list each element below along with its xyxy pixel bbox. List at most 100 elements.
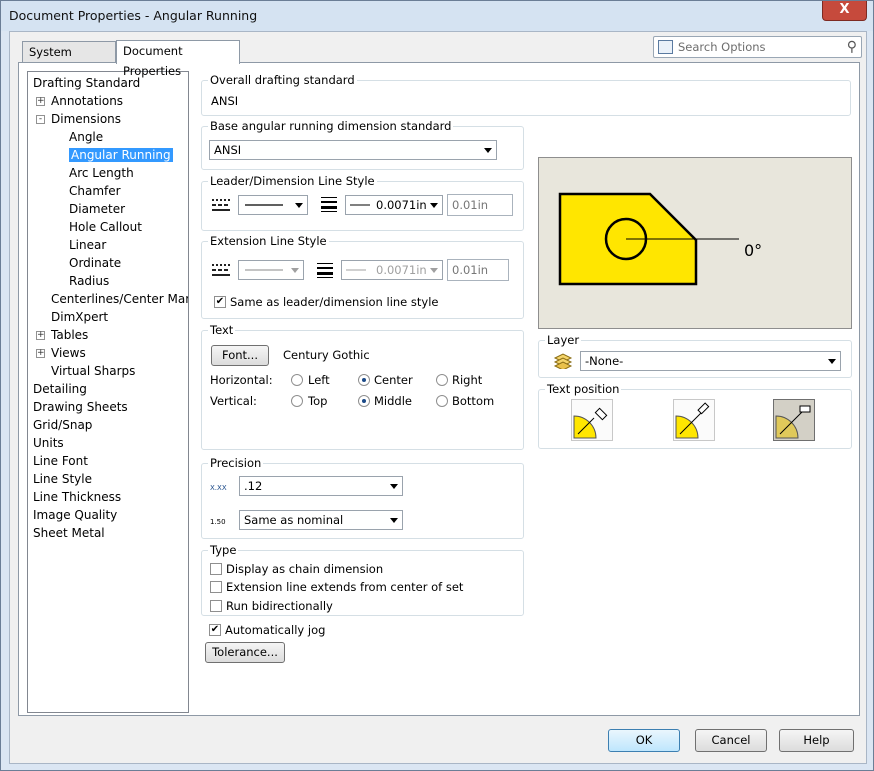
tree-item-label: Line Font	[33, 454, 88, 468]
tree-expander-icon[interactable]: +	[36, 331, 45, 340]
tolerance-precision-dropdown[interactable]: Same as nominal	[239, 510, 403, 530]
tree-item-label: Drawing Sheets	[33, 400, 128, 414]
text-position-broken-leader[interactable]	[571, 399, 613, 441]
options-tree[interactable]: Drafting Standard + Annotations - Dimensions…	[27, 71, 189, 713]
tree-item-label: Centerlines/Center Marks	[51, 292, 189, 306]
tree-item-label: Units	[33, 436, 64, 450]
leader-thickness-dropdown[interactable]: 0.0071in	[345, 195, 443, 215]
vertical-label: Vertical:	[210, 394, 257, 408]
tree-item-label: Dimensions	[51, 112, 122, 126]
extension-line-style-dropdown[interactable]	[238, 260, 304, 280]
tree-expander-icon[interactable]: +	[36, 97, 45, 106]
line-style-icon	[212, 198, 230, 212]
radio-vertical-top[interactable]	[291, 395, 303, 407]
ok-button[interactable]: OK	[608, 729, 680, 752]
chevron-down-icon	[430, 203, 438, 208]
tolerance-precision-value: Same as nominal	[244, 513, 344, 527]
automatically-jog-checkbox[interactable]: ✔	[209, 624, 221, 636]
precision-icon-text: X.XX	[210, 484, 227, 492]
extension-thickness-dropdown[interactable]: 0.0071in	[341, 260, 443, 280]
tree-item[interactable]: Linear	[69, 237, 106, 253]
tree-item-label: Views	[51, 346, 86, 360]
tab-document-properties[interactable]: Document Properties	[116, 40, 240, 78]
help-button[interactable]: Help	[779, 729, 854, 752]
chevron-down-icon	[390, 518, 398, 523]
tree-item[interactable]: Grid/Snap	[33, 417, 92, 433]
tree-item[interactable]: Radius	[69, 273, 109, 289]
tree-item[interactable]: Centerlines/Center Marks	[51, 291, 189, 307]
title-bar[interactable]: Document Properties - Angular Running X	[1, 1, 873, 31]
tolerance-button[interactable]: Tolerance...	[205, 642, 285, 663]
line-style-icon	[212, 263, 230, 277]
group-label-type: Type	[208, 543, 239, 557]
tree-item[interactable]: Annotations	[51, 93, 123, 109]
tree-item[interactable]: Detailing	[33, 381, 87, 397]
tree-item-label: Tables	[51, 328, 89, 342]
tree-expander-icon[interactable]: +	[36, 349, 45, 358]
radio-horizontal-right-label: Right	[452, 373, 483, 387]
layer-dropdown[interactable]: -None-	[580, 351, 841, 371]
tree-item[interactable]: Diameter	[69, 201, 125, 217]
tree-item-label: Ordinate	[69, 256, 122, 270]
tree-expander-icon[interactable]: -	[36, 115, 45, 124]
text-position-aligned-icon	[675, 402, 710, 439]
chain-dimension-checkbox[interactable]	[210, 563, 222, 575]
preview-drawing: 0°	[558, 192, 762, 286]
text-position-solid-aligned[interactable]	[673, 399, 715, 441]
tree-item[interactable]: Line Thickness	[33, 489, 121, 505]
radio-horizontal-right[interactable]	[436, 374, 448, 386]
extension-from-center-checkbox[interactable]	[210, 581, 222, 593]
text-position-solid-horizontal[interactable]	[773, 399, 815, 441]
primary-precision-dropdown[interactable]: .12	[239, 476, 403, 496]
tree-item[interactable]: Chamfer	[69, 183, 121, 199]
solid-line-icon	[245, 204, 283, 206]
radio-vertical-top-label: Top	[308, 394, 328, 408]
tree-item[interactable]: Virtual Sharps	[51, 363, 135, 379]
tree-item[interactable]: Arc Length	[69, 165, 134, 181]
font-button[interactable]: Font...	[211, 345, 269, 366]
tree-item[interactable]: Views	[51, 345, 86, 361]
base-standard-dropdown[interactable]: ANSI	[209, 140, 497, 160]
tree-item[interactable]: Image Quality	[33, 507, 117, 523]
tree-item-label: Angle	[69, 130, 104, 144]
tree-item[interactable]: Sheet Metal	[33, 525, 105, 541]
tree-item[interactable]: Tables	[51, 327, 88, 343]
group-label-overall: Overall drafting standard	[208, 73, 357, 87]
tree-item[interactable]: Ordinate	[69, 255, 121, 271]
radio-vertical-bottom[interactable]	[436, 395, 448, 407]
run-bidirectionally-checkbox[interactable]	[210, 600, 222, 612]
line-thickness-icon	[317, 263, 333, 278]
tree-item-label: Angular Running	[69, 148, 173, 162]
same-as-leader-checkbox[interactable]: ✔	[214, 296, 226, 308]
cancel-button[interactable]: Cancel	[695, 729, 767, 752]
tree-item[interactable]: Drawing Sheets	[33, 399, 128, 415]
tab-system-options[interactable]: System Options	[22, 41, 116, 79]
tree-item[interactable]: Dimensions	[51, 111, 121, 127]
tolerance-precision-icon: 1.50	[210, 518, 226, 526]
radio-vertical-middle[interactable]	[358, 395, 370, 407]
search-options-icon[interactable]	[658, 40, 673, 54]
search-icon[interactable]: ⚲	[847, 39, 857, 55]
tolerance-icon-text: 1.50	[210, 518, 226, 526]
thin-line-icon	[350, 204, 370, 206]
extension-from-center-label: Extension line extends from center of se…	[226, 580, 464, 594]
radio-horizontal-left[interactable]	[291, 374, 303, 386]
close-button[interactable]: X	[822, 1, 867, 21]
extension-custom-thickness-input[interactable]: 0.01in	[447, 259, 509, 281]
tree-item[interactable]: Hole Callout	[69, 219, 142, 235]
search-box[interactable]: Search Options ⚲	[653, 36, 862, 58]
horizontal-label: Horizontal:	[210, 373, 273, 387]
tree-item[interactable]: Angle	[69, 129, 103, 145]
tree-item[interactable]: Line Style	[33, 471, 92, 487]
tree-item-label: Grid/Snap	[33, 418, 93, 432]
radio-horizontal-center[interactable]	[358, 374, 370, 386]
leader-custom-thickness-input[interactable]: 0.01in	[447, 194, 513, 216]
tree-item[interactable]: Angular Running	[69, 147, 173, 163]
tree-item[interactable]: DimXpert	[51, 309, 108, 325]
dialog-client: System Options Document Properties Searc…	[9, 31, 867, 764]
tree-item[interactable]: Line Font	[33, 453, 88, 469]
leader-line-style-dropdown[interactable]	[238, 195, 308, 215]
search-input[interactable]: Search Options	[678, 40, 766, 54]
tree-item[interactable]: Units	[33, 435, 64, 451]
tree-item-label: Sheet Metal	[33, 526, 105, 540]
